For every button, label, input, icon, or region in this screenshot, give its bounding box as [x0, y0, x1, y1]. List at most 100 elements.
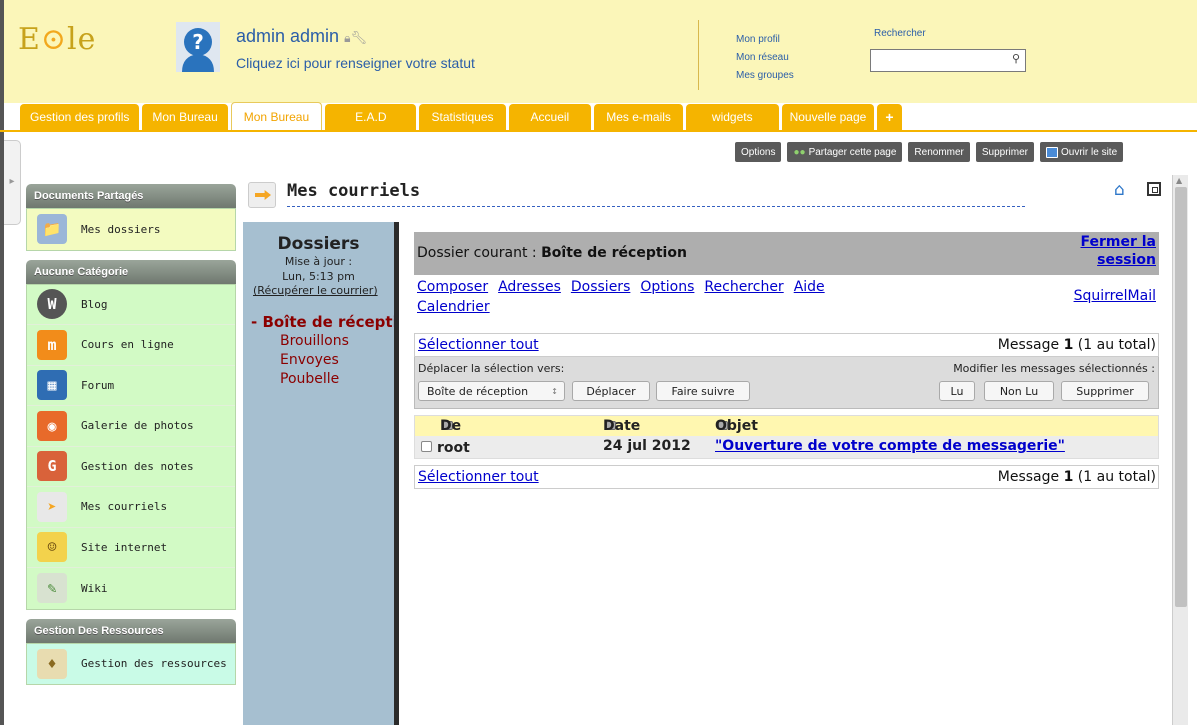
folder-inbox[interactable]: - Boîte de réception — [251, 313, 394, 332]
message-list: De Date Objet root 24 jul 2012 "Ouvertur… — [414, 415, 1159, 459]
message-subject-link[interactable]: "Ouverture de votre compte de messagerie… — [715, 438, 1065, 454]
sidebar-item-label: Gestion des ressources — [81, 657, 227, 671]
sidebar-item-site[interactable]: ☺ Site internet — [27, 527, 235, 568]
addresses-link[interactable]: Adresses — [498, 279, 561, 295]
sidebar-item-blog[interactable]: W Blog — [27, 284, 235, 325]
sidebar-item-forum[interactable]: ▦ Forum — [27, 365, 235, 406]
options-link[interactable]: Options — [640, 279, 694, 295]
svg-text:?: ? — [192, 30, 204, 54]
sidebar-item-cours[interactable]: m Cours en ligne — [27, 325, 235, 366]
share-page-button[interactable]: ●● Partager cette page — [787, 142, 903, 162]
sidebar-item-label: Mes dossiers — [81, 222, 161, 236]
category-header-documents: Documents Partagés — [26, 184, 236, 208]
forward-button[interactable]: Faire suivre — [656, 381, 750, 401]
sidebar-item-ressources[interactable]: ♦ Gestion des ressources — [27, 643, 235, 684]
sidebar-item-galerie[interactable]: ◉ Galerie de photos — [27, 406, 235, 447]
avatar[interactable]: ? — [176, 22, 220, 72]
folder-pane: Dossiers Mise à jour : Lun, 5:13 pm (Réc… — [243, 222, 399, 725]
delete-page-button[interactable]: Supprimer — [975, 142, 1035, 162]
options-button[interactable]: Options — [735, 142, 782, 162]
folder-sent[interactable]: Envoyes — [251, 351, 394, 370]
message-pane: Dossier courant : Boîte de réception Fer… — [414, 232, 1159, 489]
count-prefix: Message — [997, 469, 1060, 485]
tab-underline — [0, 130, 1197, 132]
share-label: Partager cette page — [808, 146, 897, 158]
search-link[interactable]: Rechercher — [704, 279, 783, 295]
sidebar-item-courriels[interactable]: ➤ Mes courriels — [27, 487, 235, 528]
updated-label: Mise à jour : — [284, 255, 353, 268]
message-count: Message 1 (1 au total) — [998, 337, 1156, 353]
sidebar-item-label: Blog — [81, 297, 108, 311]
sidebar-item-mes-dossiers[interactable]: 📁 Mes dossiers — [27, 209, 235, 250]
compose-link[interactable]: Composer — [417, 279, 488, 295]
sidebar-item-label: Gestion des notes — [81, 459, 194, 473]
webmail-nav: Composer Adresses Dossiers Options Recherche… — [414, 275, 1159, 321]
mark-unread-button[interactable]: Non Lu — [984, 381, 1054, 401]
tab-widgets[interactable]: widgets — [685, 104, 779, 130]
my-profile-link[interactable]: Mon profil — [736, 31, 794, 49]
tab-mon-bureau-1[interactable]: Mon Bureau — [142, 104, 228, 130]
status-prompt[interactable]: Cliquez ici pour renseigner votre statut — [236, 55, 475, 71]
tab-accueil[interactable]: Accueil — [508, 104, 592, 130]
header-divider — [698, 20, 699, 90]
sidebar-item-wiki[interactable]: ✎ Wiki — [27, 568, 235, 609]
delete-messages-button[interactable]: Supprimer — [1061, 381, 1149, 401]
add-tab-button[interactable]: + — [877, 104, 902, 130]
logout-link[interactable]: Fermer la session — [1080, 233, 1156, 269]
date-column-header[interactable]: Date — [603, 417, 640, 434]
subject-column-label: Objet — [715, 418, 758, 434]
message-count: Message 1 (1 au total) — [998, 469, 1156, 485]
from-column-header[interactable]: De — [440, 417, 461, 434]
squirrelmail-link[interactable]: SquirrelMail — [1074, 288, 1156, 304]
updated-time: Lun, 5:13 pm — [282, 270, 355, 283]
eole-logo[interactable]: E⊙le — [18, 22, 96, 57]
select-all-link[interactable]: Sélectionner tout — [418, 337, 539, 353]
tab-mon-bureau-active[interactable]: Mon Bureau — [230, 102, 323, 130]
move-target-select[interactable]: Boîte de réception ↕ — [418, 381, 565, 401]
folder-drafts[interactable]: Brouillons — [251, 332, 394, 351]
help-link[interactable]: Aide — [794, 279, 825, 295]
mark-read-button[interactable]: Lu — [939, 381, 975, 401]
count-suffix: (1 au total) — [1077, 337, 1156, 353]
sidebar-toggle[interactable]: ▸ — [4, 140, 21, 225]
select-all-link[interactable]: Sélectionner tout — [418, 469, 539, 485]
message-checkbox[interactable] — [421, 440, 432, 452]
folders-link[interactable]: Dossiers — [571, 279, 631, 295]
options-label: Options — [741, 146, 776, 158]
search-input[interactable]: ⚲ — [870, 49, 1026, 72]
tab-gestion-profils[interactable]: Gestion des profils — [20, 104, 140, 130]
message-from: root — [421, 438, 470, 456]
message-date: 24 jul 2012 — [603, 438, 691, 454]
wrench-icon[interactable]: 🔧︎ — [350, 30, 367, 45]
maximize-icon[interactable] — [1147, 182, 1161, 196]
search-icon[interactable]: ⚲ — [1012, 52, 1020, 65]
tab-ead[interactable]: E.A.D — [325, 104, 417, 130]
scroll-up-icon[interactable]: ▲ — [1176, 176, 1182, 185]
subject-column-header[interactable]: Objet — [715, 417, 758, 434]
fetch-mail-link[interactable]: (Récupérer le courrier) — [253, 284, 394, 297]
home-icon[interactable]: ⌂ — [1114, 182, 1132, 199]
sidebar-item-label: Galerie de photos — [81, 419, 194, 433]
widget-title: Mes courriels — [287, 181, 421, 201]
move-button[interactable]: Déplacer — [572, 381, 650, 401]
table-row[interactable]: root 24 jul 2012 "Ouverture de votre com… — [415, 436, 1158, 458]
tab-statistiques[interactable]: Statistiques — [419, 104, 506, 130]
rename-button[interactable]: Renommer — [908, 142, 970, 162]
my-groups-link[interactable]: Mes groupes — [736, 67, 794, 85]
folder-trash[interactable]: Poubelle — [251, 370, 394, 389]
count-suffix: (1 au total) — [1077, 469, 1156, 485]
username[interactable]: admin admin 🔒︎🔧︎ — [236, 26, 367, 47]
scrollbar[interactable]: ▲ — [1172, 175, 1188, 725]
tab-nouvelle-page[interactable]: Nouvelle page — [781, 104, 875, 130]
calendar-link[interactable]: Calendrier — [417, 299, 490, 315]
folder-icon: 📁 — [37, 214, 67, 245]
open-site-button[interactable]: Ouvrir le site — [1040, 142, 1124, 162]
wordpress-icon: W — [37, 289, 67, 320]
delete-label: Supprimer — [981, 146, 1029, 158]
tab-bar: Gestion des profils Mon Bureau Mon Burea… — [20, 102, 902, 130]
my-network-link[interactable]: Mon réseau — [736, 49, 794, 67]
logout-line1: Fermer la — [1080, 234, 1156, 250]
scrollbar-thumb[interactable] — [1175, 187, 1187, 607]
sidebar-item-notes[interactable]: G Gestion des notes — [27, 446, 235, 487]
tab-mes-emails[interactable]: Mes e-mails — [594, 104, 683, 130]
